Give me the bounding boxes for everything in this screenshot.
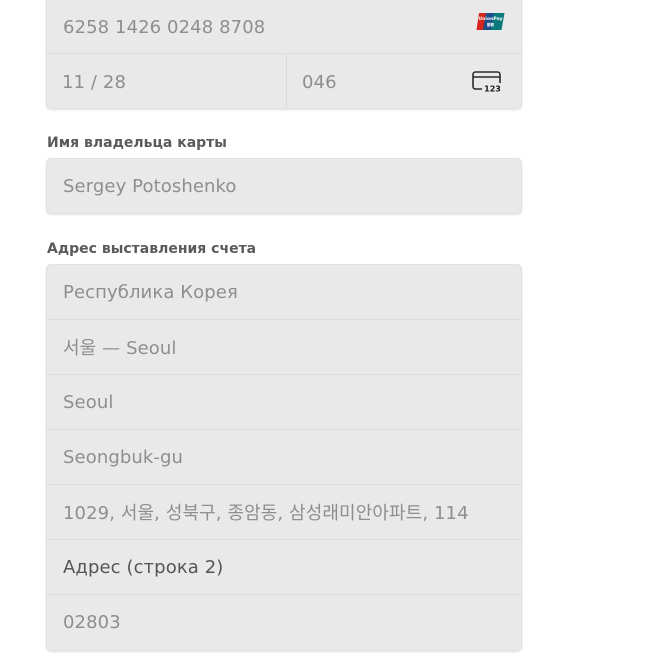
- district-value: Seongbuk-gu: [63, 446, 184, 468]
- card-expiry-cvc-row: 11 / 28 046 123: [47, 54, 521, 108]
- svg-text:银联: 银联: [487, 22, 495, 27]
- address-line2-placeholder: Адрес (строка 2): [63, 556, 224, 578]
- expiry-value: 11 / 28: [62, 71, 127, 93]
- billing-address-label: Адрес выставления счета: [47, 241, 257, 257]
- cardholder-name-field[interactable]: Sergey Potoshenko: [47, 159, 521, 213]
- cardholder-name-group: Sergey Potoshenko: [46, 158, 522, 214]
- card-number-field[interactable]: 6258 1426 0248 8708 UnionPay 银联: [47, 0, 521, 54]
- address-line1-value: 1029, 서울, 성북구, 종암동, 삼성래미안아파트, 114: [63, 503, 469, 524]
- cvc-icon-text: 123: [484, 85, 501, 94]
- district-field[interactable]: Seongbuk-gu: [47, 430, 521, 485]
- cardholder-name-value: Sergey Potoshenko: [63, 175, 237, 197]
- city-field[interactable]: Seoul: [47, 375, 521, 430]
- card-number-value: 6258 1426 0248 8708: [63, 16, 266, 38]
- billing-address-group: Республика Корея 서울 — Seoul Seoul Seongb…: [46, 264, 522, 651]
- card-details-group: 6258 1426 0248 8708 UnionPay 银联 11 / 28 …: [46, 0, 522, 109]
- cvc-value: 046: [302, 71, 337, 93]
- unionpay-icon: UnionPay 银联: [476, 12, 505, 31]
- city-value: Seoul: [63, 391, 114, 413]
- unionpay-text: UnionPay: [478, 16, 502, 22]
- province-field[interactable]: 서울 — Seoul: [47, 320, 521, 375]
- address-line1-field[interactable]: 1029, 서울, 성북구, 종암동, 삼성래미안아파트, 114: [47, 485, 521, 540]
- card-cvc-icon: 123: [472, 71, 503, 94]
- country-field[interactable]: Республика Корея: [47, 265, 521, 320]
- address-line2-field[interactable]: Адрес (строка 2): [47, 540, 521, 595]
- postal-code-field[interactable]: 02803: [47, 595, 521, 650]
- province-value: 서울 — Seoul: [63, 338, 177, 359]
- cvc-field[interactable]: 046 123: [287, 54, 521, 108]
- cardholder-label: Имя владельца карты: [47, 135, 227, 151]
- postal-code-value: 02803: [63, 612, 121, 633]
- country-value: Республика Корея: [63, 281, 238, 303]
- expiry-field[interactable]: 11 / 28: [47, 54, 287, 108]
